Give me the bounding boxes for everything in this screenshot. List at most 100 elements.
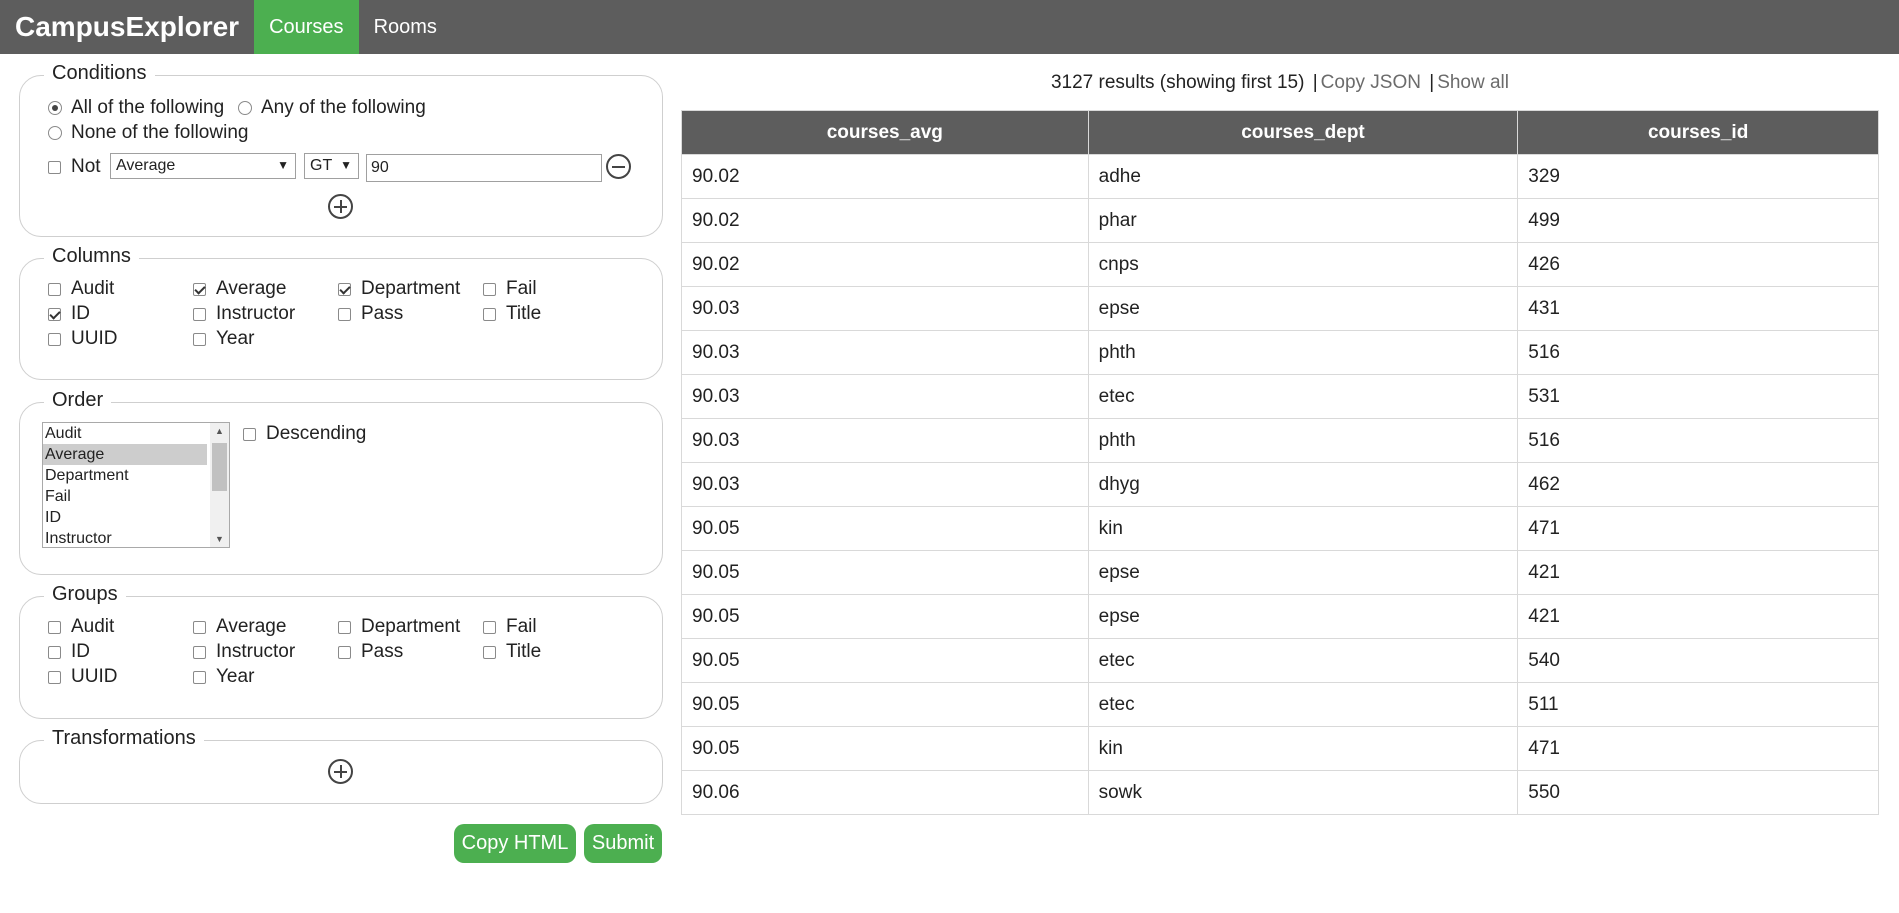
condition-value-input[interactable]: 90 (366, 154, 602, 182)
group-checkbox[interactable] (193, 670, 206, 684)
column-option[interactable]: Average (193, 278, 286, 300)
group-checkbox[interactable] (48, 620, 61, 634)
copy-html-button[interactable]: Copy HTML (454, 824, 576, 863)
table-cell: adhe (1087, 154, 1519, 199)
add-condition-button[interactable] (328, 194, 353, 219)
order-option[interactable]: Department (43, 465, 207, 486)
table-cell: etec (1087, 374, 1519, 419)
column-checkbox[interactable] (48, 282, 61, 296)
columns-legend: Columns (44, 245, 139, 268)
group-checkbox[interactable] (193, 620, 206, 634)
group-checkbox[interactable] (193, 645, 206, 659)
group-option[interactable]: Audit (48, 616, 114, 638)
order-option[interactable]: Instructor (43, 528, 207, 547)
radio-any[interactable] (238, 101, 252, 115)
column-checkbox[interactable] (338, 307, 351, 321)
tab-rooms[interactable]: Rooms (359, 0, 452, 54)
condition-mode-none[interactable]: None of the following (48, 122, 248, 144)
column-header: courses_id (1517, 110, 1879, 155)
table-cell: 90.03 (681, 418, 1089, 463)
add-transformation-button[interactable] (328, 759, 353, 784)
condition-not[interactable]: Not (48, 156, 101, 178)
column-checkbox[interactable] (193, 332, 206, 346)
column-option[interactable]: Audit (48, 278, 114, 300)
column-label: Pass (361, 303, 404, 324)
column-checkbox[interactable] (48, 307, 61, 321)
copy-json-link[interactable]: Copy JSON (1321, 72, 1421, 93)
condition-mode-all[interactable]: All of the following (48, 97, 224, 119)
column-option[interactable]: ID (48, 303, 90, 325)
table-row: 90.02 cnps 426 (681, 242, 1879, 287)
table-cell: 421 (1517, 594, 1879, 639)
column-option[interactable]: Instructor (193, 303, 295, 325)
column-option[interactable]: Year (193, 328, 254, 350)
column-checkbox[interactable] (48, 332, 61, 346)
conditions-panel: Conditions All of the following Any of t… (19, 62, 663, 237)
group-option[interactable]: Department (338, 616, 460, 638)
column-option[interactable]: Department (338, 278, 460, 300)
column-checkbox[interactable] (483, 282, 496, 296)
show-all-link[interactable]: Show all (1437, 72, 1509, 93)
table-cell: 550 (1517, 770, 1879, 815)
condition-mode-any[interactable]: Any of the following (238, 97, 426, 119)
table-cell: 90.03 (681, 286, 1089, 331)
condition-operator-select[interactable]: GT ▼ (304, 153, 359, 179)
order-option[interactable]: Audit (43, 423, 207, 444)
submit-button[interactable]: Submit (584, 824, 662, 863)
descending-option[interactable]: Descending (243, 423, 366, 445)
scroll-down-icon[interactable]: ▼ (215, 534, 224, 544)
chevron-down-icon: ▼ (340, 158, 352, 172)
condition-mode-all-label: All of the following (71, 97, 225, 118)
group-label: Average (216, 616, 287, 637)
group-checkbox[interactable] (338, 620, 351, 634)
groups-panel: Groups Audit Average Department Fail ID … (19, 583, 663, 719)
order-listbox-scrollbar[interactable]: ▲ ▼ (210, 423, 229, 547)
minus-icon (612, 165, 625, 168)
table-cell: 511 (1517, 682, 1879, 727)
table-cell: 540 (1517, 638, 1879, 683)
column-checkbox[interactable] (483, 307, 496, 321)
group-option[interactable]: Average (193, 616, 286, 638)
group-label: Audit (71, 616, 115, 637)
table-cell: 90.05 (681, 506, 1089, 551)
group-option[interactable]: UUID (48, 666, 117, 688)
column-label: Audit (71, 278, 115, 299)
tab-courses[interactable]: Courses (254, 0, 359, 54)
column-option[interactable]: UUID (48, 328, 117, 350)
group-option[interactable]: Instructor (193, 641, 295, 663)
table-row: 90.03 etec 531 (681, 374, 1879, 419)
column-label: UUID (71, 328, 118, 349)
order-option[interactable]: Fail (43, 486, 207, 507)
radio-none[interactable] (48, 126, 62, 140)
column-option[interactable]: Fail (483, 278, 537, 300)
radio-all[interactable] (48, 101, 62, 115)
group-option[interactable]: Year (193, 666, 254, 688)
column-checkbox[interactable] (193, 307, 206, 321)
column-option[interactable]: Title (483, 303, 541, 325)
group-option[interactable]: Fail (483, 616, 537, 638)
scroll-thumb[interactable] (212, 443, 227, 491)
group-checkbox[interactable] (48, 645, 61, 659)
group-label: Title (506, 641, 542, 662)
not-checkbox[interactable] (48, 160, 61, 174)
table-cell: etec (1087, 682, 1519, 727)
order-listbox[interactable]: Audit Average Department Fail ID Instruc… (42, 422, 230, 548)
top-navbar: CampusExplorer Courses Rooms (0, 0, 1899, 54)
column-option[interactable]: Pass (338, 303, 403, 325)
condition-field-select[interactable]: Average ▼ (110, 153, 296, 179)
order-option[interactable]: ID (43, 507, 207, 528)
group-checkbox[interactable] (483, 645, 496, 659)
table-cell: 90.02 (681, 154, 1089, 199)
column-checkbox[interactable] (338, 282, 351, 296)
column-checkbox[interactable] (193, 282, 206, 296)
group-option[interactable]: ID (48, 641, 90, 663)
remove-condition-button[interactable] (606, 154, 631, 179)
group-checkbox[interactable] (483, 620, 496, 634)
group-option[interactable]: Pass (338, 641, 403, 663)
descending-checkbox[interactable] (243, 427, 256, 441)
group-checkbox[interactable] (48, 670, 61, 684)
group-option[interactable]: Title (483, 641, 541, 663)
group-checkbox[interactable] (338, 645, 351, 659)
scroll-up-icon[interactable]: ▲ (215, 426, 224, 436)
order-option-selected[interactable]: Average (43, 444, 207, 465)
